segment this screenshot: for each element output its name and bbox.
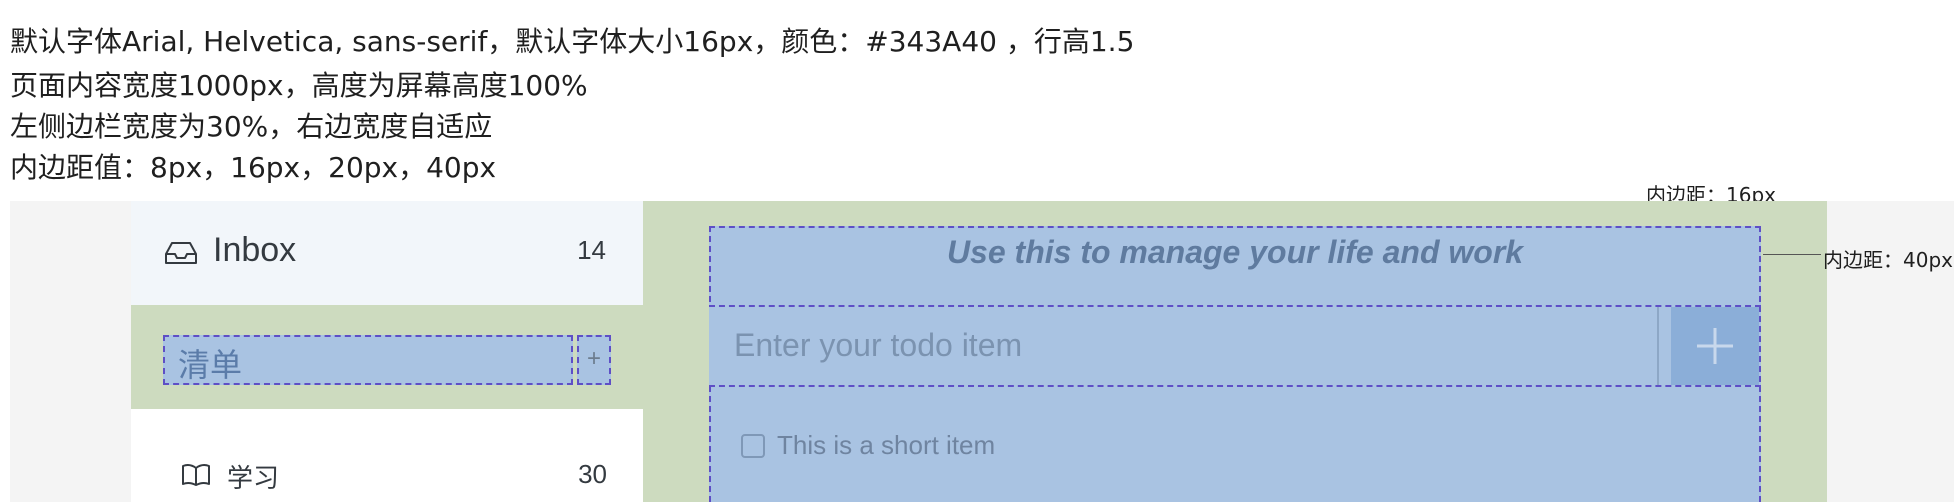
main-panel: Use this to manage your life and work En… [643,201,1827,502]
spec-note-font: 默认字体Arial, Helvetica, sans-serif，默认字体大小1… [10,25,1135,58]
todo-item-label: This is a short item [777,430,996,460]
sidebar-item-label: Inbox [213,231,297,269]
todo-checkbox[interactable] [741,434,765,458]
todo-input[interactable]: Enter your todo item [709,307,1659,385]
new-list-placeholder: 清单 [178,346,243,384]
sidebar-item-inbox[interactable]: Inbox 14 [131,201,643,306]
spec-page: 默认字体Arial, Helvetica, sans-serif，默认字体大小1… [0,0,1960,502]
book-icon [182,463,210,486]
plus-icon [1697,328,1733,364]
inbox-icon [165,242,197,264]
sidebar-item-study[interactable]: 学习 30 [131,413,643,502]
add-list-button[interactable]: + [577,335,611,385]
add-todo-button[interactable] [1671,307,1759,385]
padding-annotation-right: 内边距：40px [1823,248,1953,272]
content-box: Use this to manage your life and work En… [709,226,1761,502]
sidebar: Inbox 14 清单 + 学习 30 [131,201,643,502]
sidebar-item-count: 14 [577,235,606,265]
sidebar-item-count: 30 [578,459,607,489]
todo-input-placeholder: Enter your todo item [734,327,1023,363]
app-mockup: Inbox 14 清单 + 学习 30 Use this to manage y… [10,201,1954,502]
annotation-line-horizontal [1763,254,1821,255]
todo-input-row: Enter your todo item [709,305,1761,387]
sidebar-item-label: 学习 [227,464,280,494]
spec-note-width: 页面内容宽度1000px，高度为屏幕高度100% [10,69,588,102]
spec-note-sidebar: 左侧边栏宽度为30%，右边宽度自适应 [10,110,493,143]
page-tagline: Use this to manage your life and work [946,234,1524,270]
spec-note-padding: 内边距值：8px，16px，20px，40px [10,151,497,184]
new-list-input[interactable]: 清单 [163,335,573,385]
new-list-section: 清单 + [131,305,643,409]
